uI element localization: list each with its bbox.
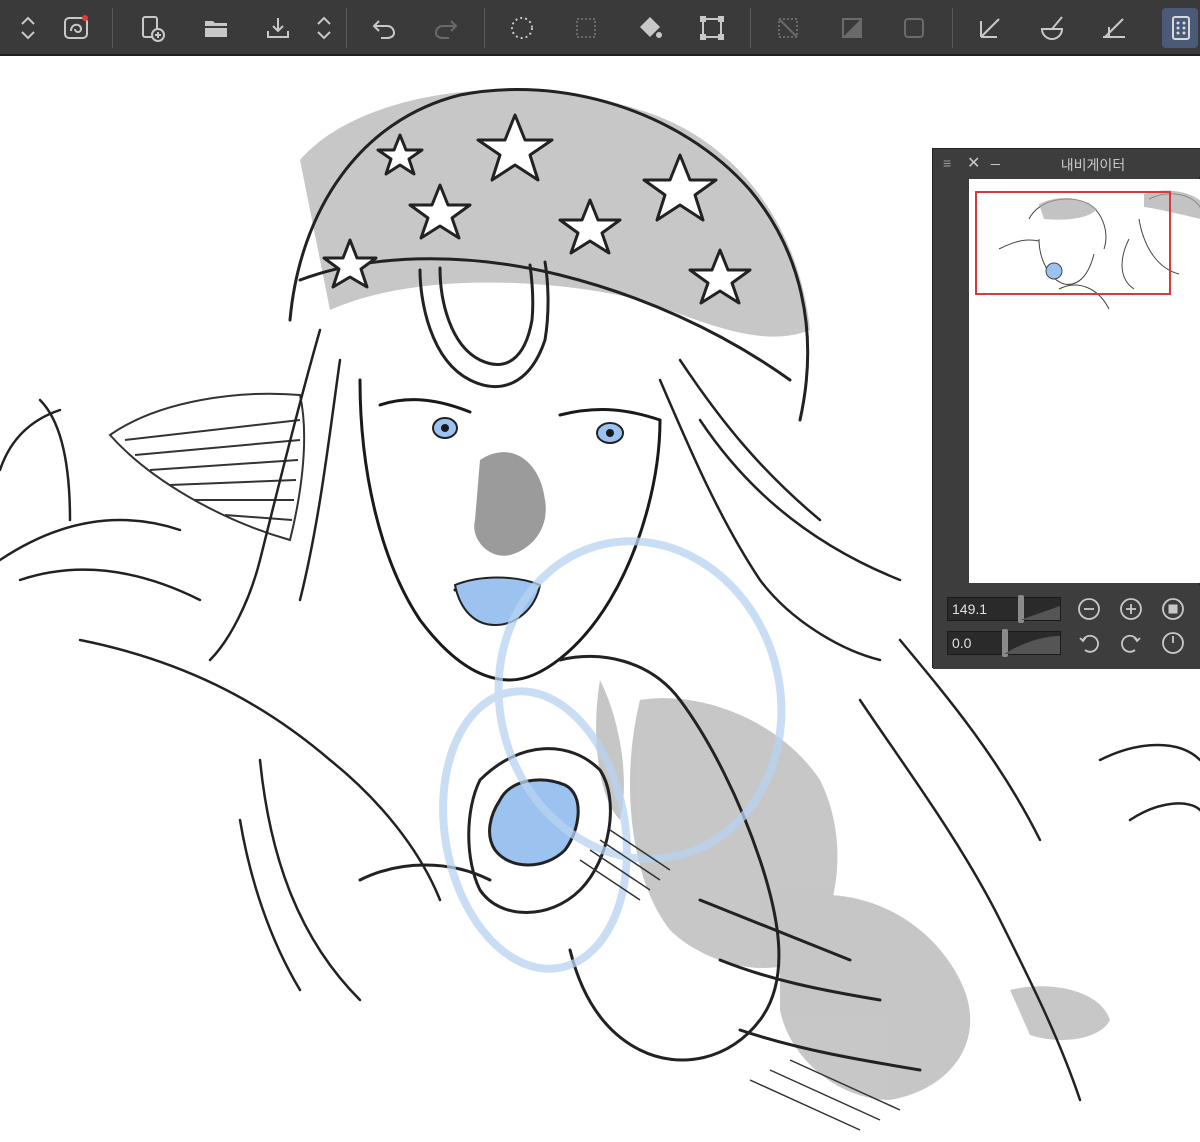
deselect-icon[interactable] <box>568 8 604 48</box>
undo-icon[interactable] <box>366 8 402 48</box>
lasso-select-icon[interactable] <box>504 8 540 48</box>
navigator-preview[interactable] <box>969 179 1200 583</box>
save-icon[interactable] <box>260 8 296 48</box>
zoom-slider[interactable]: 149.1 <box>947 595 1061 623</box>
minimize-icon[interactable]: _ <box>991 149 1000 167</box>
top-toolbar <box>0 0 1200 56</box>
rotate-right-icon[interactable] <box>1117 629 1145 657</box>
viewport-frame[interactable] <box>975 191 1171 295</box>
rotate-left-icon[interactable] <box>1075 629 1103 657</box>
clear-selection-icon[interactable] <box>770 8 806 48</box>
panel-menu-icon[interactable]: ≡ <box>943 155 951 171</box>
ruler-icon[interactable] <box>972 8 1008 48</box>
reset-rotation-icon[interactable] <box>1159 629 1187 657</box>
rotation-value: 0.0 <box>952 635 972 651</box>
menu-toggle-icon[interactable] <box>10 8 46 48</box>
new-canvas-icon[interactable] <box>134 8 170 48</box>
app-logo-icon[interactable] <box>58 8 94 48</box>
redo-icon[interactable] <box>428 8 464 48</box>
zoom-out-icon[interactable] <box>1075 595 1103 623</box>
close-icon[interactable]: ✕ <box>967 153 980 173</box>
navigator-titlebar: ≡ ✕ _ 내비게이터 <box>933 149 1200 177</box>
navigator-title: 내비게이터 <box>1060 157 1126 173</box>
zoom-value: 149.1 <box>952 601 988 617</box>
transform-icon[interactable] <box>694 8 730 48</box>
invert-selection-icon[interactable] <box>834 8 870 48</box>
pen-icon[interactable] <box>1096 8 1132 48</box>
rotation-slider[interactable]: 0.0 <box>947 629 1061 657</box>
navigator-panel: ≡ ✕ _ 내비게이터 149.1 0.0 <box>932 148 1200 669</box>
select-all-icon[interactable] <box>896 8 932 48</box>
brush-icon[interactable] <box>1034 8 1070 48</box>
grid-panel-icon[interactable] <box>1162 8 1198 48</box>
fill-icon[interactable] <box>632 8 668 48</box>
fit-view-icon[interactable] <box>1159 595 1187 623</box>
navigator-controls: 149.1 0.0 <box>933 585 1200 669</box>
scroll-arrows-icon[interactable] <box>306 8 342 48</box>
zoom-in-icon[interactable] <box>1117 595 1145 623</box>
open-folder-icon[interactable] <box>198 8 234 48</box>
